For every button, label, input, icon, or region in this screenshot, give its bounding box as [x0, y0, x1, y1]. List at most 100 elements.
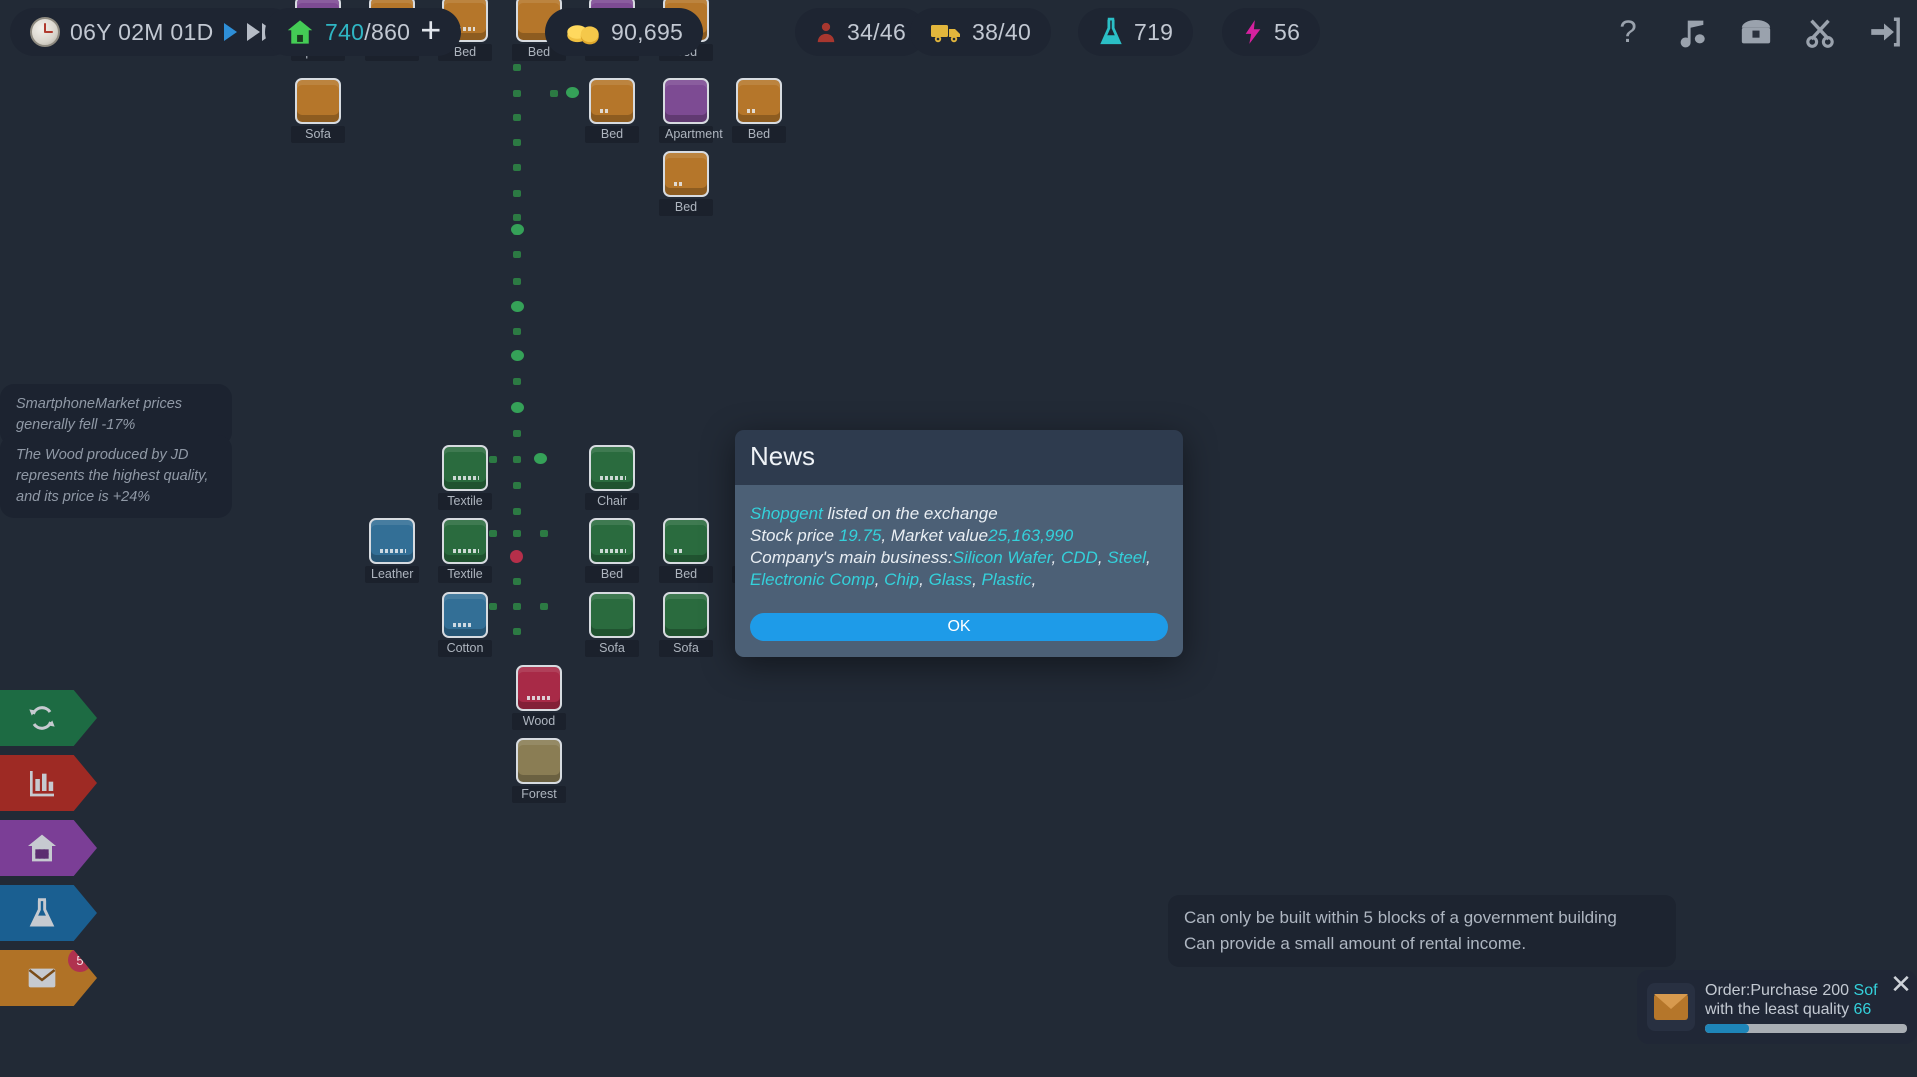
map-tile[interactable]: Forest	[516, 738, 562, 784]
tile-box	[589, 78, 635, 124]
map-tile[interactable]: Bed	[589, 518, 635, 564]
date-pill[interactable]: 06Y 02M 01D	[10, 8, 295, 56]
tile-progress	[674, 182, 684, 186]
research-pill[interactable]: 719	[1078, 8, 1193, 56]
map-node	[513, 578, 521, 585]
map-tile[interactable]: Bed	[663, 518, 709, 564]
tile-box	[736, 78, 782, 124]
map-tile[interactable]: Textile	[442, 518, 488, 564]
map-node	[513, 64, 521, 71]
market-value-value: 25,163,990	[988, 526, 1073, 545]
help-icon[interactable]: ?	[1611, 15, 1645, 49]
power-pill[interactable]: 56	[1222, 8, 1320, 56]
business-item: Chip	[884, 570, 919, 589]
business-item: Plastic	[982, 570, 1032, 589]
tile-box	[369, 518, 415, 564]
workers-pill[interactable]: 34/46	[795, 8, 926, 56]
add-population-button[interactable]: +	[420, 12, 441, 53]
top-bar: 06Y 02M 01D 740/860 + 90,695	[0, 0, 1917, 64]
map-tile[interactable]: Bed	[589, 78, 635, 124]
map-tile[interactable]: Apartment	[663, 78, 709, 124]
map-tile[interactable]: Sofa	[663, 592, 709, 638]
truck-icon	[930, 19, 962, 45]
map-tile[interactable]: Wood	[516, 665, 562, 711]
population-value: 740/860	[325, 19, 410, 46]
map-node	[489, 456, 497, 463]
map-node	[513, 628, 521, 635]
map-node-alert	[510, 550, 523, 563]
envelope-icon	[1647, 983, 1695, 1031]
logistics-pill[interactable]: 38/40	[910, 8, 1051, 56]
dialog-title: News	[735, 430, 1183, 485]
population-pill[interactable]: 740/860 +	[265, 8, 461, 56]
house-icon	[285, 18, 315, 46]
map-tile[interactable]: Sofa	[295, 78, 341, 124]
company-name: Shopgent	[750, 504, 823, 523]
tile-progress	[747, 109, 757, 113]
tile-label: Apartment	[659, 126, 713, 143]
tile-label: Forest	[512, 786, 566, 803]
chest-icon[interactable]	[1739, 15, 1773, 49]
tile-label: Bed	[659, 566, 713, 583]
map-node	[513, 603, 521, 610]
map-tile[interactable]: Sofa	[589, 592, 635, 638]
map-tile[interactable]: Chair	[589, 445, 635, 491]
map-node	[513, 251, 521, 258]
music-icon[interactable]	[1675, 15, 1709, 49]
tile-label: Sofa	[659, 640, 713, 657]
tile-progress	[600, 549, 626, 553]
tile-box	[589, 445, 635, 491]
ok-button[interactable]: OK	[750, 613, 1168, 641]
close-icon[interactable]: ✕	[1888, 972, 1914, 998]
tile-label: Bed	[585, 566, 639, 583]
map-node	[513, 430, 521, 437]
map-node	[511, 402, 524, 413]
tile-box	[295, 78, 341, 124]
top-icon-bar: ?	[1611, 8, 1901, 56]
map-tile[interactable]: Leather	[369, 518, 415, 564]
tile-label: Leather	[365, 566, 419, 583]
statistics-button[interactable]	[0, 755, 97, 811]
map-node	[511, 224, 524, 235]
order-line2: with the least quality 66	[1705, 1000, 1907, 1019]
quality-news-tooltip: The Wood produced by JD represents the h…	[0, 435, 232, 518]
research-button[interactable]	[0, 885, 97, 941]
city-button[interactable]	[0, 820, 97, 876]
business-item: Silicon Wafer	[953, 548, 1052, 567]
map-tile[interactable]: Bed	[663, 151, 709, 197]
map-node	[489, 603, 497, 610]
business-item: Steel	[1107, 548, 1146, 567]
tile-label: Textile	[438, 566, 492, 583]
business-item: Electronic Comp	[750, 570, 875, 589]
mail-button[interactable]: 5	[0, 950, 97, 1006]
tile-box	[663, 592, 709, 638]
map-node	[513, 508, 521, 515]
tile-label: Textile	[438, 493, 492, 510]
market-value-label: , Market value	[881, 526, 988, 545]
tile-box	[516, 665, 562, 711]
exit-icon[interactable]	[1867, 15, 1901, 49]
recycle-button[interactable]	[0, 690, 97, 746]
tile-progress	[600, 109, 610, 113]
map-tile[interactable]: Textile	[442, 445, 488, 491]
map-node	[513, 114, 521, 121]
tile-progress	[453, 549, 479, 553]
money-pill[interactable]: 90,695	[545, 8, 703, 56]
tile-box	[516, 738, 562, 784]
map-node	[550, 90, 558, 97]
map-node	[513, 278, 521, 285]
play-icon[interactable]	[224, 23, 237, 41]
svg-text:?: ?	[1619, 15, 1636, 49]
map-tile[interactable]: Cotton	[442, 592, 488, 638]
scissors-icon[interactable]	[1803, 15, 1837, 49]
tile-label: Sofa	[585, 640, 639, 657]
tile-progress	[674, 549, 684, 553]
envelope-icon	[26, 962, 58, 994]
build-info-line2: Can provide a small amount of rental inc…	[1184, 931, 1660, 957]
dialog-body: Shopgent listed on the exchange Stock pr…	[735, 485, 1183, 657]
bottom-nav: Chemical Ore MiningFarmStoreFactoryApart…	[0, 957, 1917, 1077]
map-tile[interactable]: Bed	[736, 78, 782, 124]
news-dialog: News Shopgent listed on the exchange Sto…	[735, 430, 1183, 657]
dialog-text: Shopgent listed on the exchange Stock pr…	[750, 503, 1168, 591]
order-toast[interactable]: Order:Purchase 200 Sof with the least qu…	[1637, 970, 1917, 1044]
